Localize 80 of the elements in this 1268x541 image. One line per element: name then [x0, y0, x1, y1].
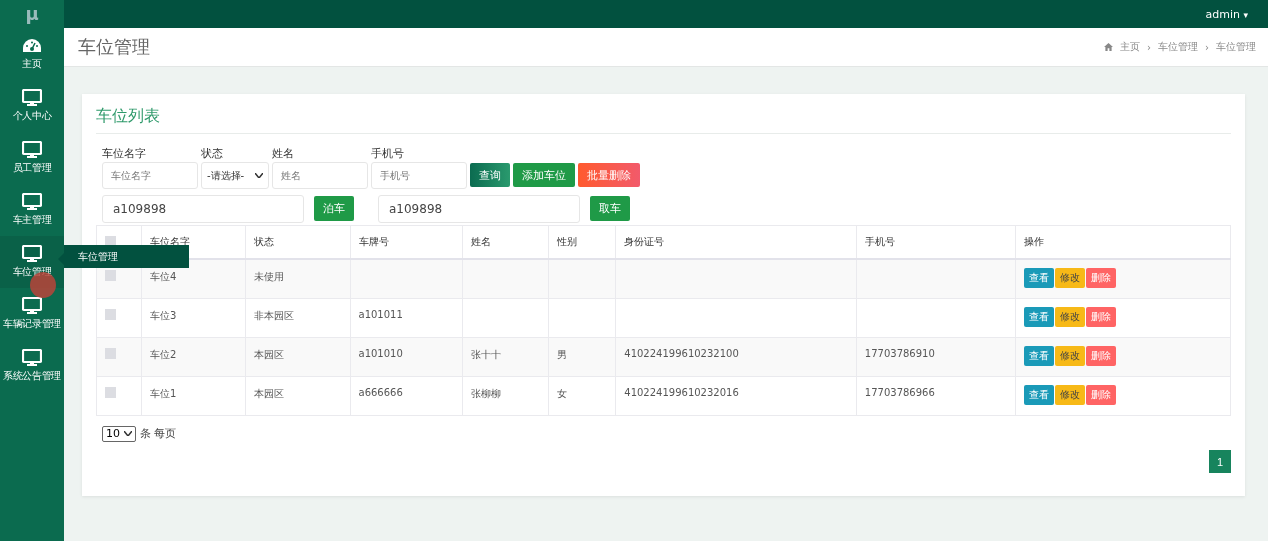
- breadcrumb-link[interactable]: 车位管理: [1216, 40, 1256, 54]
- row-action-button[interactable]: 查看: [1024, 306, 1054, 327]
- row-action-button[interactable]: 查看: [1024, 345, 1054, 366]
- table-cell: a101010: [350, 337, 463, 376]
- row-checkbox[interactable]: [105, 386, 116, 398]
- page-size-label: 条 每页: [140, 426, 177, 441]
- monitor-icon: [22, 141, 42, 158]
- row-action-button[interactable]: 删除: [1086, 345, 1116, 366]
- caret-icon: [255, 173, 263, 178]
- table-cell: 男: [548, 337, 616, 376]
- action-button[interactable]: 查询: [470, 163, 510, 187]
- monitor-icon: [22, 89, 42, 106]
- row-checkbox[interactable]: [105, 270, 116, 281]
- table-cell: 车位3: [141, 298, 246, 337]
- row-action-button[interactable]: 删除: [1086, 384, 1116, 405]
- sidebar-item[interactable]: 车主管理: [0, 184, 64, 236]
- tooltip: 车位管理: [58, 245, 189, 268]
- dashboard-icon: [22, 37, 42, 54]
- park-button[interactable]: 泊车: [314, 195, 354, 221]
- row-action-button[interactable]: 查看: [1024, 268, 1054, 288]
- park-button[interactable]: 取车: [590, 195, 630, 221]
- table-cell: 本园区: [245, 376, 350, 415]
- table-cell: [548, 259, 616, 298]
- home-icon: [1104, 43, 1113, 51]
- logo: μ: [25, 2, 39, 26]
- plate-field[interactable]: a109898: [102, 195, 304, 223]
- filter-label: 状态: [201, 146, 224, 161]
- plate-field[interactable]: a109898: [378, 195, 580, 223]
- row-action-button[interactable]: 修改: [1055, 306, 1085, 327]
- action-button[interactable]: 批量删除: [578, 163, 640, 187]
- row-action-button[interactable]: 查看: [1024, 384, 1054, 405]
- sidebar-item[interactable]: 系统公告管理: [0, 340, 64, 392]
- table-cell: 非本园区: [245, 298, 350, 337]
- filter-field[interactable]: 姓名: [272, 162, 368, 189]
- table-cell: 未使用: [245, 259, 350, 298]
- row-action-button[interactable]: 修改: [1055, 384, 1085, 405]
- card-title: 车位列表: [96, 106, 1231, 134]
- breadcrumb-link[interactable]: 主页: [1120, 40, 1140, 54]
- row-checkbox[interactable]: [105, 308, 116, 320]
- sidebar-item[interactable]: 主页: [0, 28, 64, 80]
- table-cell: 车位1: [141, 376, 246, 415]
- row-checkbox[interactable]: [105, 347, 116, 359]
- table-cell: 17703786910: [856, 337, 1016, 376]
- breadcrumb-separator: ›: [1205, 41, 1209, 53]
- sidebar-item[interactable]: 车辆记录管理: [0, 288, 64, 340]
- sidebar-item[interactable]: 个人中心: [0, 80, 64, 132]
- filter-field[interactable]: 手机号: [371, 162, 467, 189]
- table-cell: 车位2: [141, 337, 246, 376]
- table-cell: 本园区: [245, 337, 350, 376]
- user-menu[interactable]: admin ▾: [1205, 7, 1248, 21]
- row-action-button[interactable]: 删除: [1086, 306, 1116, 327]
- breadcrumb-link[interactable]: 车位管理: [1158, 40, 1198, 54]
- table-cell: 张十十: [462, 337, 549, 376]
- breadcrumb-separator: ›: [1147, 41, 1151, 53]
- filter-field[interactable]: 车位名字: [102, 162, 198, 189]
- filter-label: 姓名: [272, 146, 295, 161]
- row-action-button[interactable]: 删除: [1086, 268, 1116, 288]
- table-cell: 410224199610232016: [615, 376, 857, 415]
- table-cell: a666666: [350, 376, 463, 415]
- filter-label: 手机号: [371, 146, 405, 161]
- table-cell: 张柳柳: [462, 376, 549, 415]
- page-button[interactable]: 1: [1209, 450, 1231, 473]
- sidebar-item[interactable]: 员工管理: [0, 132, 64, 184]
- filter-label: 车位名字: [102, 146, 147, 161]
- table-cell: 女: [548, 376, 616, 415]
- status-select[interactable]: -请选择-: [201, 162, 269, 189]
- table-cell: a101011: [350, 298, 463, 337]
- monitor-icon: [22, 297, 42, 314]
- monitor-icon: [22, 349, 42, 366]
- row-action-button[interactable]: 修改: [1055, 345, 1085, 366]
- table-cell: 17703786966: [856, 376, 1016, 415]
- monitor-icon: [22, 193, 42, 210]
- action-button[interactable]: 添加车位: [513, 163, 575, 187]
- row-action-button[interactable]: 修改: [1055, 268, 1085, 288]
- select-all-checkbox[interactable]: [105, 235, 116, 247]
- table-cell: 410224199610232100: [615, 337, 857, 376]
- page-size-select[interactable]: 10: [102, 425, 136, 442]
- caret-icon: [124, 431, 132, 436]
- page-title: 车位管理: [78, 35, 150, 59]
- monitor-icon: [22, 245, 42, 262]
